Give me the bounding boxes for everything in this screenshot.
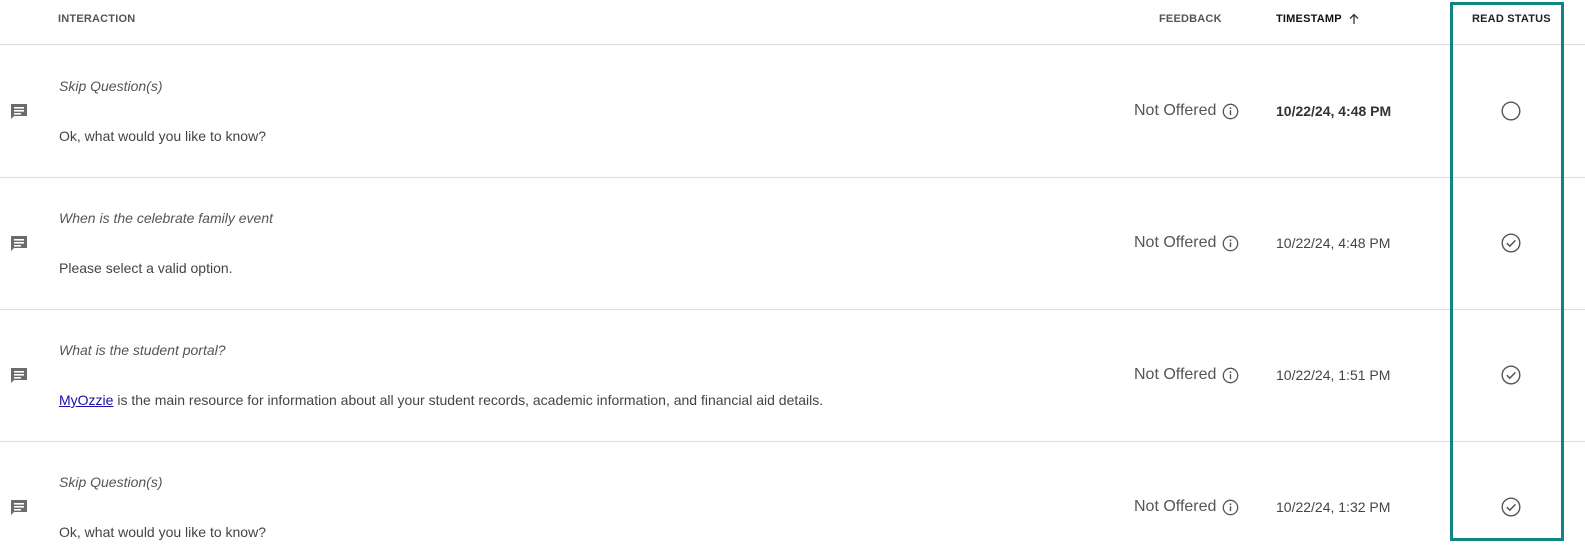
interaction-answer: Ok, what would you like to know? (59, 524, 266, 540)
table-row[interactable]: What is the student portal? MyOzzie is t… (0, 310, 1585, 442)
interaction-answer: MyOzzie is the main resource for informa… (59, 392, 823, 408)
chat-message-icon (11, 236, 27, 251)
timestamp-value: 10/22/24, 4:48 PM (1276, 235, 1391, 251)
interaction-answer: Ok, what would you like to know? (59, 128, 266, 144)
chat-message-icon (11, 500, 27, 515)
table-row[interactable]: When is the celebrate family event Pleas… (0, 178, 1585, 310)
check-circle-icon[interactable] (1500, 496, 1522, 518)
timestamp-value: 10/22/24, 1:32 PM (1276, 499, 1391, 515)
myozzie-link[interactable]: MyOzzie (59, 392, 113, 408)
column-header-interaction[interactable]: INTERACTION (58, 13, 135, 25)
interaction-answer-text: is the main resource for information abo… (113, 392, 824, 408)
chat-message-icon (11, 368, 27, 383)
feedback-value: Not Offered (1134, 234, 1217, 251)
check-circle-icon[interactable] (1500, 364, 1522, 386)
feedback-value: Not Offered (1134, 498, 1217, 515)
feedback-value: Not Offered (1134, 102, 1217, 119)
empty-circle-icon[interactable] (1500, 100, 1522, 122)
timestamp-value: 10/22/24, 1:51 PM (1276, 367, 1391, 383)
timestamp-value: 10/22/24, 4:48 PM (1276, 103, 1392, 119)
check-circle-icon[interactable] (1500, 232, 1522, 254)
interaction-question: Skip Question(s) (59, 474, 163, 490)
table-header: INTERACTION FEEDBACK TIMESTAMP READ STAT… (0, 0, 1585, 45)
table-row[interactable]: Skip Question(s) Ok, what would you like… (0, 442, 1585, 557)
info-icon[interactable] (1222, 103, 1239, 120)
interaction-answer: Please select a valid option. (59, 260, 233, 276)
info-icon[interactable] (1222, 235, 1239, 252)
feedback-cell: Not Offered (1134, 366, 1239, 384)
info-icon[interactable] (1222, 499, 1239, 516)
feedback-cell: Not Offered (1134, 498, 1239, 516)
chat-message-icon (11, 104, 27, 119)
table-row[interactable]: Skip Question(s) Ok, what would you like… (0, 46, 1585, 178)
feedback-cell: Not Offered (1134, 234, 1239, 252)
interaction-question: What is the student portal? (59, 342, 226, 358)
info-icon[interactable] (1222, 367, 1239, 384)
interaction-question: When is the celebrate family event (59, 210, 273, 226)
feedback-value: Not Offered (1134, 366, 1217, 383)
feedback-cell: Not Offered (1134, 102, 1239, 120)
column-header-feedback[interactable]: FEEDBACK (1159, 13, 1222, 25)
column-header-timestamp[interactable]: TIMESTAMP (1276, 13, 1360, 25)
interaction-question: Skip Question(s) (59, 78, 163, 94)
column-header-read-status[interactable]: READ STATUS (1472, 13, 1551, 25)
column-header-timestamp-label: TIMESTAMP (1276, 13, 1342, 25)
arrow-up-icon (1349, 13, 1359, 24)
